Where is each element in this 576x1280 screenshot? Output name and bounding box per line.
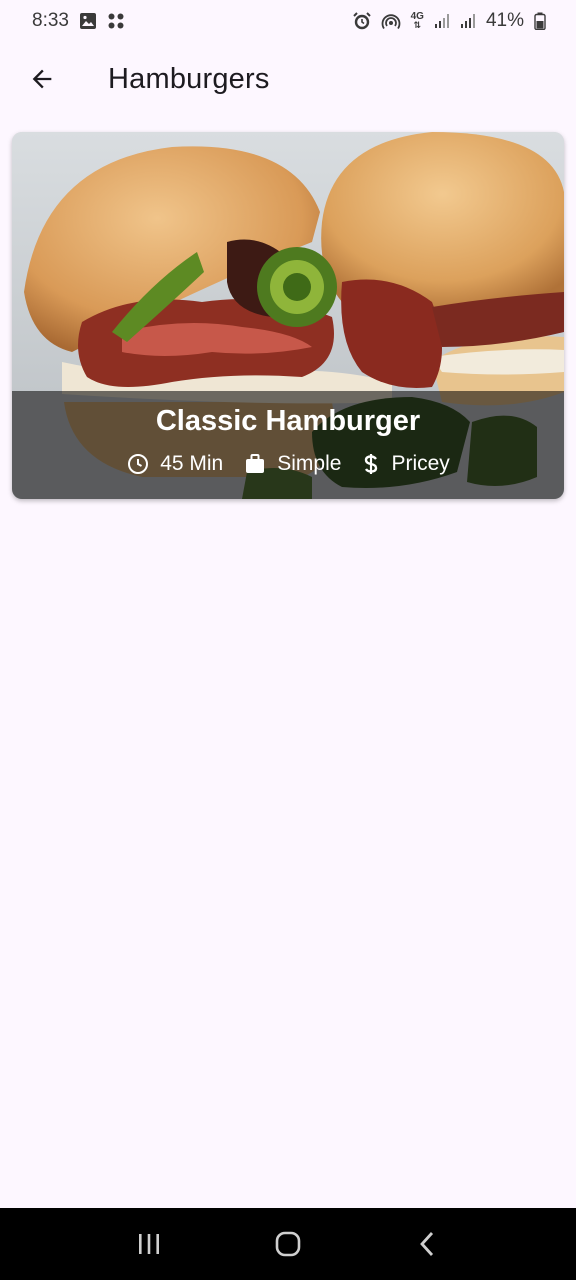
network-4g-icon: 4G ⇅: [410, 11, 424, 30]
status-bar: 8:33 4G ⇅ 41%: [0, 0, 576, 42]
complexity-info: Simple: [243, 452, 341, 476]
signal-icon: [434, 13, 450, 29]
meal-meta: 45 Min Simple Pricey: [126, 452, 450, 476]
recent-apps-button[interactable]: [119, 1214, 179, 1274]
app-bar: Hamburgers: [0, 42, 576, 116]
system-nav-bar: [0, 1208, 576, 1280]
meal-title: Classic Hamburger: [155, 405, 421, 437]
duration-info: 45 Min: [126, 452, 223, 476]
status-bar-right: 4G ⇅ 41%: [352, 10, 546, 32]
meal-info-overlay: Classic Hamburger 45 Min Simple Pricey: [12, 391, 564, 499]
status-time: 8:33: [32, 10, 69, 31]
home-icon: [275, 1231, 301, 1257]
dollar-icon: [365, 454, 378, 474]
affordability-info: Pricey: [361, 452, 450, 476]
duration-label: 45 Min: [160, 452, 224, 475]
battery-percent: 41%: [485, 10, 524, 31]
complexity-label: Simple: [277, 452, 342, 475]
recent-apps-icon: [139, 1234, 160, 1254]
affordability-label: Pricey: [391, 452, 450, 475]
clock-icon: [128, 454, 149, 474]
screen: 8:33 4G ⇅ 41% Hamburgers Classic Hamburg…: [0, 0, 576, 1280]
app-grid-icon: [107, 12, 125, 30]
back-button[interactable]: [10, 47, 74, 111]
back-icon: [419, 1232, 433, 1256]
battery-icon: [534, 12, 546, 30]
hotspot-icon: [381, 12, 401, 30]
page-title: Hamburgers: [108, 62, 270, 95]
gallery-icon: [79, 12, 97, 30]
nav-back-button[interactable]: [397, 1214, 457, 1274]
alarm-icon: [352, 12, 371, 30]
signal-icon: [460, 13, 476, 29]
arrow-left-icon: [32, 69, 52, 89]
meal-card[interactable]: Classic Hamburger 45 Min Simple Pricey: [12, 132, 564, 499]
briefcase-icon: [246, 454, 265, 473]
home-button[interactable]: [258, 1214, 318, 1274]
status-bar-left: 8:33: [32, 10, 125, 32]
